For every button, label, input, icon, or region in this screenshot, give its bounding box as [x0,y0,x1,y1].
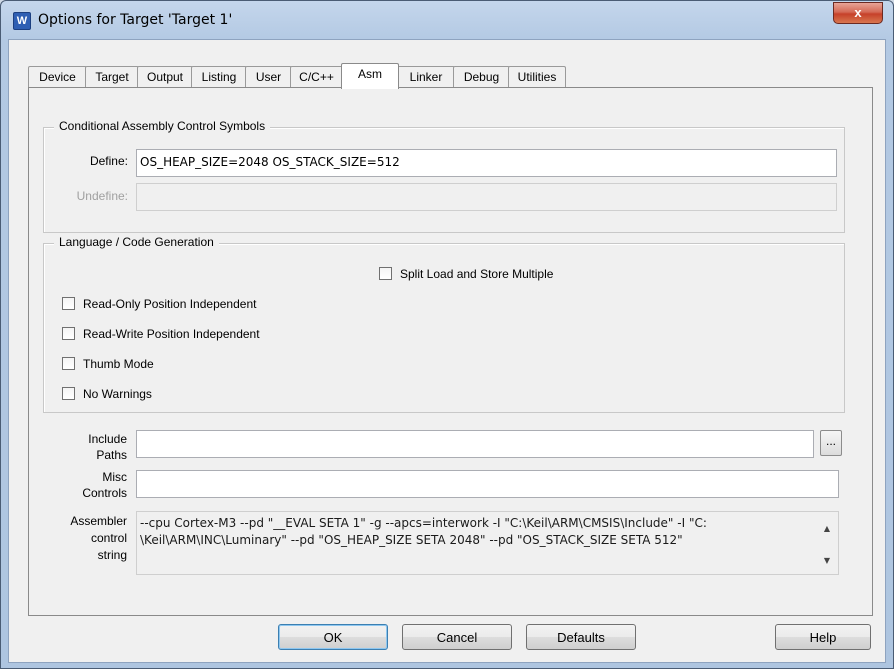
options-dialog: W Options for Target 'Target 1' x Device… [0,0,894,669]
help-button[interactable]: Help [775,624,871,650]
close-button[interactable]: x [833,2,883,24]
language-group-title: Language / Code Generation [54,235,219,249]
asm-label-line2: control [90,531,127,545]
keil-app-icon: W [13,12,31,30]
tab-output[interactable]: Output [137,66,193,88]
ropi-label: Read-Only Position Independent [83,297,257,311]
assembler-control-string-label: Assembler control string [49,513,127,564]
dialog-client-area: Device Target Output Listing User C/C++ … [8,39,886,663]
thumb-mode-label: Thumb Mode [83,357,154,371]
tab-c-cpp[interactable]: C/C++ [290,66,343,88]
split-load-label: Split Load and Store Multiple [400,267,554,281]
language-codegen-group: Language / Code Generation Split Load an… [43,235,845,413]
rwpi-box[interactable] [62,327,75,340]
assembler-control-string-box[interactable]: --cpu Cortex-M3 --pd "__EVAL SETA 1" -g … [136,511,839,575]
no-warnings-box[interactable] [62,387,75,400]
tab-user[interactable]: User [245,66,292,88]
misc-label-line2: Controls [82,486,127,500]
asm-label-line3: string [97,548,127,562]
split-load-box[interactable] [379,267,392,280]
conditional-group-title: Conditional Assembly Control Symbols [54,119,271,133]
tab-device[interactable]: Device [28,66,87,88]
tab-debug[interactable]: Debug [453,66,510,88]
tab-target[interactable]: Target [85,66,139,88]
misc-controls-label: Misc Controls [59,469,127,501]
conditional-assembly-group: Conditional Assembly Control Symbols Def… [43,119,845,233]
title-bar[interactable]: W Options for Target 'Target 1' x [1,1,893,39]
asm-tab-page: Conditional Assembly Control Symbols Def… [28,87,873,616]
asm-string-line2: \Keil\ARM\INC\Luminary" --pd "OS_HEAP_SI… [140,533,683,547]
include-label-line2: Paths [96,448,127,462]
window-title: Options for Target 'Target 1' [38,12,233,28]
undefine-field[interactable] [136,183,837,211]
defaults-button[interactable]: Defaults [526,624,636,650]
include-browse-button[interactable]: ... [820,430,842,456]
define-field[interactable]: OS_HEAP_SIZE=2048 OS_STACK_SIZE=512 [136,149,837,177]
undefine-label: Undefine: [76,189,128,203]
tab-linker[interactable]: Linker [397,66,455,88]
thumb-mode-box[interactable] [62,357,75,370]
misc-controls-field[interactable] [136,470,839,498]
tab-asm[interactable]: Asm [341,63,399,89]
no-warnings-label: No Warnings [83,387,152,401]
include-paths-label: Include Paths [59,431,127,463]
asm-label-line1: Assembler [70,514,127,528]
define-label: Define: [89,154,128,168]
tab-listing[interactable]: Listing [191,66,247,88]
include-paths-field[interactable] [136,430,814,458]
ok-button[interactable]: OK [278,624,388,650]
rwpi-label: Read-Write Position Independent [83,327,260,341]
misc-label-line1: Misc [102,470,127,484]
asm-string-line1: --cpu Cortex-M3 --pd "__EVAL SETA 1" -g … [140,516,707,530]
cancel-button[interactable]: Cancel [402,624,512,650]
tab-utilities[interactable]: Utilities [508,66,566,88]
include-label-line1: Include [88,432,127,446]
ropi-box[interactable] [62,297,75,310]
scroll-down-arrow-icon[interactable]: ▼ [824,552,830,569]
scroll-up-arrow-icon[interactable]: ▲ [824,520,830,537]
